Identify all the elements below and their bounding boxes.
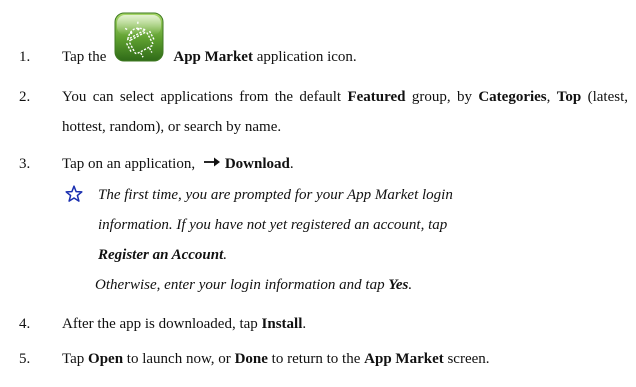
step-text-segment: .: [289, 156, 294, 172]
step-text: Tap the App Market application icon.: [62, 12, 628, 72]
step-text-segment: Tap: [62, 351, 89, 367]
app-market-android-icon[interactable]: [114, 12, 164, 62]
install-label: Install: [261, 316, 303, 332]
otherwise-line: Otherwise, enter your login information …: [95, 270, 412, 300]
step-text-segment: .: [302, 316, 307, 332]
register-account-label: Register an Account: [98, 247, 224, 263]
step-number: 3.: [19, 156, 31, 172]
app-market-label: App Market: [173, 49, 253, 65]
step-text-segment: Tap on an application,: [62, 156, 199, 172]
step-text-segment: After the app is downloaded, tap: [62, 316, 262, 332]
step-text-segment: application icon.: [252, 49, 357, 65]
icon-slot: [106, 12, 173, 68]
step-text-segment: to launch now, or: [123, 351, 235, 367]
login-note: The first time, you are prompted for you…: [98, 180, 629, 270]
step-text: Tap on an application, Download.: [62, 149, 628, 179]
right-arrow-icon: [203, 157, 220, 167]
step-text-segment: You can select applications from the def…: [62, 89, 348, 105]
note-line-1: The first time, you are prompted for you…: [98, 187, 453, 203]
done-label: Done: [234, 351, 268, 367]
step-text: Tap Open to launch now, or Done to retur…: [62, 344, 628, 374]
step-text-segment: ,: [546, 89, 557, 105]
note-line-3: Register an Account.: [98, 240, 629, 270]
step-number: 5.: [19, 351, 31, 367]
download-label: Download: [224, 156, 290, 172]
step-number: 4.: [19, 316, 31, 332]
instruction-page: 1. Tap the App Market application icon. …: [0, 0, 636, 387]
yes-label: Yes: [388, 277, 409, 293]
top-label: Top: [556, 89, 582, 105]
featured-label: Featured: [347, 89, 406, 105]
step-text: After the app is downloaded, tap Install…: [62, 309, 628, 339]
app-market-label: App Market: [364, 351, 444, 367]
otherwise-text-segment: .: [408, 277, 413, 293]
note-text-segment: .: [223, 247, 228, 263]
step-text-segment: group, by: [405, 89, 479, 105]
step-text-segment: screen.: [443, 351, 490, 367]
categories-label: Categories: [478, 89, 547, 105]
step-text: You can select applications from the def…: [62, 82, 628, 142]
open-label: Open: [88, 351, 124, 367]
step-number: 1.: [19, 49, 31, 65]
step-text-segment: to return to the: [267, 351, 365, 367]
note-line-2: information. If you have not yet registe…: [98, 217, 448, 233]
step-text-segment: Tap the: [62, 49, 107, 65]
otherwise-text: Otherwise, enter your login information …: [95, 277, 389, 293]
star-outline-icon: [65, 185, 83, 202]
step-number: 2.: [19, 89, 31, 105]
